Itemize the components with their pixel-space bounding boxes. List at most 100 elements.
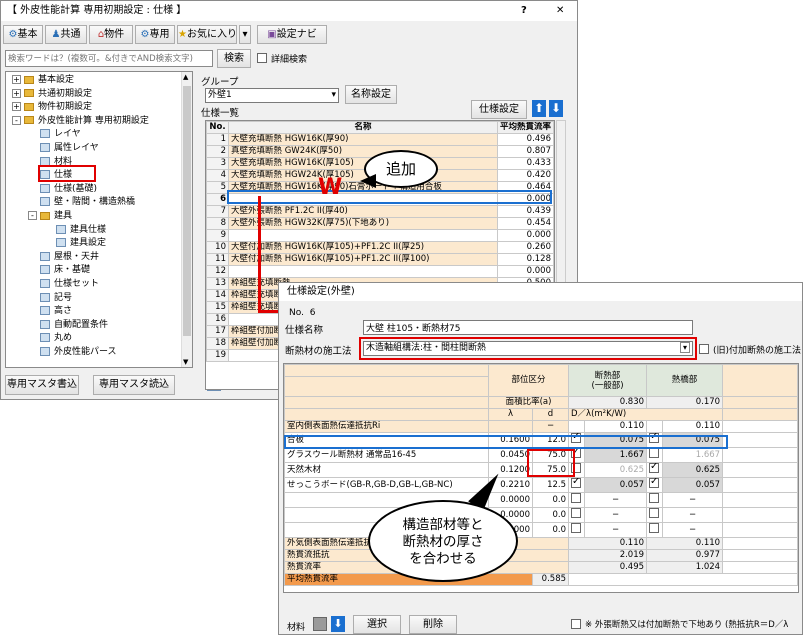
delete-button[interactable]: 削除 bbox=[409, 615, 457, 634]
expand-icon[interactable]: + bbox=[12, 102, 21, 112]
spec-settings-button[interactable]: 仕様設定 bbox=[471, 100, 527, 119]
expand-icon[interactable]: + bbox=[12, 88, 21, 98]
layer-checkbox[interactable] bbox=[649, 478, 660, 488]
spec-icon bbox=[40, 265, 50, 275]
spec-icon bbox=[40, 292, 50, 302]
layer-table: 部位区分 断熱部 (一般部) 熱橋部 面積比率(a) 0.830 0.170 λ… bbox=[283, 363, 799, 593]
settings-tree: + 基本設定 + 共通初期設定 + 物件初期設定 - 外皮性能計算 専用初期設定 レイヤ 属性レイ… bbox=[5, 71, 193, 368]
layer-checkbox[interactable] bbox=[571, 493, 582, 503]
tab-basic[interactable]: ⚙基本 bbox=[3, 25, 43, 44]
spec-icon bbox=[40, 333, 50, 343]
collapse-icon[interactable]: - bbox=[12, 115, 21, 125]
settings-navi-button[interactable]: ▣設定ナビ bbox=[257, 25, 327, 44]
tree-item[interactable]: 建具設定 bbox=[44, 237, 106, 250]
layer-checkbox[interactable] bbox=[649, 463, 660, 473]
layer-checkbox[interactable] bbox=[649, 448, 660, 458]
layer-row[interactable]: 0.00000.0── bbox=[284, 492, 798, 508]
tree-item[interactable]: + 基本設定 bbox=[12, 74, 74, 87]
spec-icon bbox=[56, 224, 66, 234]
spec-icon bbox=[40, 197, 50, 207]
select-button[interactable]: 選択 bbox=[353, 615, 401, 634]
note-label: ※ 外張断熱又は付加断熱で下地あり (熱抵抗R＝D／λ bbox=[585, 620, 789, 630]
window-title-bar: 【 外皮性能計算 専用初期設定 : 仕様 】 ? ✕ bbox=[1, 1, 577, 21]
tree-item[interactable]: レイヤ bbox=[28, 128, 81, 141]
layer-row[interactable]: せっこうボード(GB-R,GB-D,GB-L,GB-NC)0.221012.50… bbox=[284, 477, 798, 493]
no-label: No. 6 bbox=[289, 308, 316, 318]
tree-item[interactable]: 仕様セット bbox=[28, 278, 99, 291]
layer-row[interactable]: 0.00000.0── bbox=[284, 507, 798, 523]
callout-add-tail bbox=[360, 174, 376, 188]
tree-item-label: 仕様(基礎) bbox=[54, 183, 98, 194]
tree-item[interactable]: 属性レイヤ bbox=[28, 142, 99, 155]
spec-icon bbox=[40, 347, 50, 356]
search-button[interactable]: 検索 bbox=[217, 49, 251, 68]
folder-icon bbox=[40, 211, 50, 220]
tab-dedicated[interactable]: ⚙専用 bbox=[135, 25, 175, 44]
spec-row[interactable]: 1 大壁充填断熱 HGW16K(厚90) 0.496 bbox=[206, 133, 554, 146]
close-button[interactable]: ✕ bbox=[556, 1, 564, 21]
old-method-checkbox[interactable] bbox=[699, 344, 709, 354]
group-select[interactable]: 外壁1 ▾ bbox=[205, 88, 339, 103]
scroll-thumb[interactable] bbox=[183, 86, 191, 336]
layer-row[interactable]: 室内側表面熱伝達抵抗Ri ─ 0.110 0.110 bbox=[284, 420, 798, 433]
summary-row: 熱貫流抵抗 2.019 0.977 bbox=[284, 549, 798, 562]
down-arrow-icon[interactable]: ⬇ bbox=[331, 616, 345, 632]
help-button[interactable]: ? bbox=[521, 1, 527, 21]
layer-checkbox[interactable] bbox=[649, 523, 660, 533]
tree-item[interactable]: 床・基礎 bbox=[28, 264, 90, 277]
tab-favorites[interactable]: ★お気に入り bbox=[177, 25, 237, 44]
tree-item[interactable]: 建具仕様 bbox=[44, 224, 106, 237]
tree-scrollbar[interactable]: ▲ ▼ bbox=[181, 72, 192, 367]
layer-checkbox[interactable] bbox=[571, 508, 582, 518]
dialog-title-bar: 仕様設定(外壁) bbox=[279, 283, 802, 301]
detail-search-checkbox[interactable] bbox=[257, 53, 267, 63]
tree-item[interactable]: + 共通初期設定 bbox=[12, 88, 92, 101]
search-input[interactable] bbox=[5, 50, 213, 67]
spec-icon bbox=[40, 319, 50, 329]
tree-item[interactable]: 屋根・天井 bbox=[28, 251, 99, 264]
connector-line bbox=[258, 196, 261, 312]
favorites-dropdown[interactable]: ▾ bbox=[239, 25, 251, 44]
detail-search-label: 詳細検索 bbox=[271, 55, 308, 65]
tree-item[interactable]: 記号 bbox=[28, 292, 72, 305]
tree-item-label: 物件初期設定 bbox=[38, 102, 93, 113]
tree-item[interactable]: 自動配置条件 bbox=[28, 319, 108, 332]
layer-row[interactable]: 0.00000.0── bbox=[284, 522, 798, 538]
tree-item[interactable]: - 建具 bbox=[28, 210, 72, 223]
summary-row: 熱貫流率 0.495 1.024 bbox=[284, 561, 798, 574]
tab-property[interactable]: ⌂物件 bbox=[89, 25, 133, 44]
spec-name-field[interactable] bbox=[363, 320, 693, 335]
layer-checkbox[interactable] bbox=[649, 493, 660, 503]
expand-icon[interactable]: + bbox=[12, 75, 21, 84]
write-master-button[interactable]: 専用マスタ書込 bbox=[5, 375, 79, 395]
tree-item[interactable]: + 物件初期設定 bbox=[12, 101, 92, 114]
tab-common[interactable]: ♟共通 bbox=[45, 25, 87, 44]
tree-item[interactable]: 高さ bbox=[28, 305, 72, 318]
material-label: 材料 bbox=[287, 623, 306, 633]
tree-item[interactable]: 仕様(基礎) bbox=[28, 183, 97, 196]
tree-item[interactable]: - 外皮性能計算 専用初期設定 bbox=[12, 115, 149, 128]
spec-grid-header: No. 名称 平均熱貫流率 bbox=[206, 121, 554, 134]
tree-item-label: レイヤ bbox=[54, 129, 81, 140]
folder-icon bbox=[24, 75, 34, 84]
read-master-button[interactable]: 専用マスタ読込 bbox=[93, 375, 175, 395]
move-up-icon[interactable]: ⬆ bbox=[532, 100, 546, 117]
tree-item-label: 共通初期設定 bbox=[38, 88, 93, 99]
move-down-icon[interactable]: ⬇ bbox=[549, 100, 563, 117]
layer-checkbox[interactable] bbox=[571, 523, 582, 533]
note-checkbox[interactable] bbox=[571, 619, 581, 629]
layer-checkbox[interactable] bbox=[571, 478, 582, 488]
window-title: 【 外皮性能計算 専用初期設定 : 仕様 】 bbox=[7, 5, 187, 16]
lambda-d-row: λ d D／λ(m²K/W) bbox=[284, 408, 798, 421]
tree-item[interactable]: 外皮性能パース bbox=[28, 346, 117, 359]
tree-item[interactable]: 丸め bbox=[28, 332, 72, 345]
material-swatch[interactable] bbox=[313, 617, 327, 631]
rename-button[interactable]: 名称設定 bbox=[345, 85, 397, 104]
tree-item-label: 外皮性能計算 専用初期設定 bbox=[38, 115, 149, 126]
collapse-icon[interactable]: - bbox=[28, 211, 37, 220]
layer-checkbox[interactable] bbox=[649, 508, 660, 518]
tree-item-label: 建具仕様 bbox=[70, 224, 107, 235]
spec-icon bbox=[40, 143, 50, 152]
tree-item[interactable]: 壁・階間・構造熱橋 bbox=[28, 196, 135, 209]
tree-item-label: 記号 bbox=[54, 292, 73, 303]
